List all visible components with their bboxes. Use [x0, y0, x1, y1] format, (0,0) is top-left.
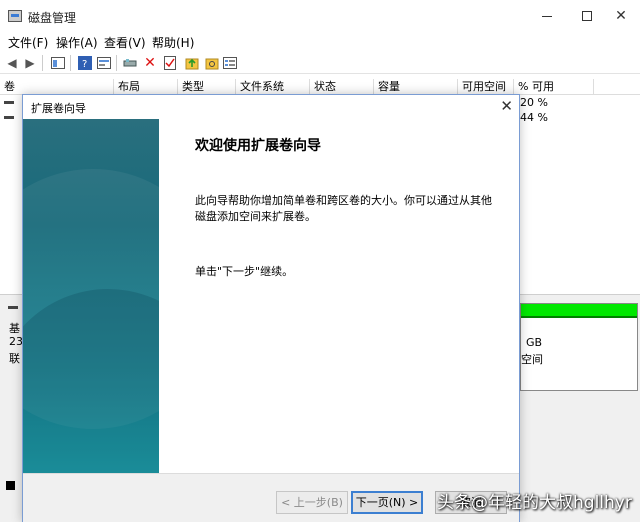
column-volume[interactable]: 卷	[0, 79, 114, 95]
close-button[interactable]: ✕	[606, 6, 636, 26]
volume-table-header: 卷 布局 类型 文件系统 状态 容量 可用空间 % 可用	[0, 79, 640, 95]
toolbar: ◀ ▶ ? ✕	[0, 52, 640, 74]
disk-management-app-icon	[8, 10, 22, 22]
column-free-space[interactable]: 可用空间	[458, 79, 514, 95]
disk-status-text: 联	[9, 352, 20, 365]
wizard-titlebar: 扩展卷向导 ✕	[23, 95, 519, 119]
wizard-description: 此向导帮助你增加简单卷和跨区卷的大小。你可以通过从其他磁盘添加空间来扩展卷。	[195, 194, 492, 223]
connect-icon[interactable]	[122, 55, 138, 71]
search-folder-icon[interactable]	[204, 55, 220, 71]
partition-color-bar	[521, 304, 637, 318]
menu-view[interactable]: 查看(V)	[104, 34, 146, 51]
disk-type-text: 基	[9, 322, 20, 335]
percent-free-value: 44 %	[520, 111, 548, 124]
maximize-icon	[582, 11, 592, 21]
properties-icon[interactable]	[96, 55, 112, 71]
list-view-icon[interactable]	[222, 55, 238, 71]
forward-arrow-icon[interactable]: ▶	[22, 55, 38, 71]
disk-partition[interactable]: GB 空间	[520, 303, 638, 391]
partition-free-text: 空间	[521, 353, 543, 366]
up-folder-icon[interactable]	[184, 55, 200, 71]
menu-file[interactable]: 文件(F)	[8, 34, 48, 51]
console-tree-icon[interactable]	[50, 55, 66, 71]
disk-label[interactable]: 基 23 联	[0, 300, 23, 390]
maximize-button[interactable]	[572, 6, 602, 26]
column-layout[interactable]: 布局	[114, 79, 178, 95]
minimize-button[interactable]	[532, 6, 562, 26]
back-button[interactable]: < 上一步(B)	[276, 491, 348, 514]
disk-management-titlebar: 磁盘管理 ✕	[0, 0, 640, 32]
column-type[interactable]: 类型	[178, 79, 236, 95]
minimize-icon	[542, 15, 552, 17]
extend-volume-wizard: 扩展卷向导 ✕ 欢迎使用扩展卷向导 此向导帮助你增加简单卷和跨区卷的大小。你可以…	[22, 94, 520, 522]
wizard-title: 扩展卷向导	[31, 102, 86, 115]
column-filesystem[interactable]: 文件系统	[236, 79, 310, 95]
back-arrow-icon[interactable]: ◀	[4, 55, 20, 71]
checklist-icon[interactable]	[162, 55, 178, 71]
menu-help[interactable]: 帮助(H)	[152, 34, 194, 51]
volume-icon	[4, 116, 14, 119]
next-button[interactable]: 下一页(N) >	[351, 491, 423, 514]
column-status[interactable]: 状态	[310, 79, 374, 95]
wizard-close-button[interactable]: ✕	[500, 97, 513, 115]
disk-icon	[8, 306, 18, 309]
window-title: 磁盘管理	[28, 11, 77, 25]
legend-unallocated-swatch	[6, 481, 15, 490]
disk-size-text: 23	[9, 335, 23, 348]
menu-action[interactable]: 操作(A)	[56, 34, 98, 51]
column-capacity[interactable]: 容量	[374, 79, 458, 95]
wizard-side-banner	[23, 119, 159, 473]
partition-size-text: GB	[526, 336, 543, 349]
percent-free-value: 20 %	[520, 96, 548, 109]
column-percent-free[interactable]: % 可用	[514, 79, 594, 95]
wizard-content: 欢迎使用扩展卷向导 此向导帮助你增加简单卷和跨区卷的大小。你可以通过从其他磁盘添…	[159, 119, 519, 473]
help-icon[interactable]: ?	[77, 55, 93, 71]
delete-icon[interactable]: ✕	[142, 55, 158, 71]
wizard-hint: 单击"下一步"继续。	[195, 265, 294, 278]
menu-bar: 文件(F) 操作(A) 查看(V) 帮助(H)	[0, 32, 640, 52]
watermark-text: 头条@年轻的大叔hgllhyr	[437, 493, 632, 513]
wizard-heading: 欢迎使用扩展卷向导	[195, 138, 321, 154]
volume-icon	[4, 101, 14, 104]
svg-text:?: ?	[82, 59, 87, 70]
